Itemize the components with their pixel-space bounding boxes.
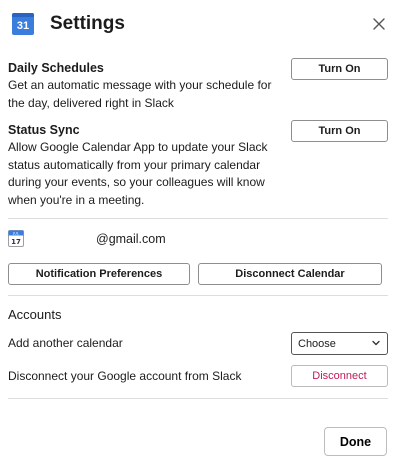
disconnect-account-button[interactable]: Disconnect bbox=[291, 365, 388, 387]
add-calendar-label: Add another calendar bbox=[8, 336, 123, 350]
google-calendar-logo-icon: 31 bbox=[12, 13, 34, 35]
modal-header: 31 Settings bbox=[0, 0, 400, 46]
logo-text: 31 bbox=[16, 20, 30, 32]
accounts-section-title: Accounts bbox=[8, 307, 62, 322]
calendar-icon-month: JUL bbox=[12, 232, 19, 236]
page-title: Settings bbox=[50, 13, 125, 34]
status-sync-turn-on-button[interactable]: Turn On bbox=[291, 120, 388, 142]
close-button[interactable] bbox=[369, 14, 389, 34]
close-icon bbox=[373, 18, 385, 30]
select-value: Choose bbox=[298, 337, 336, 350]
daily-schedules-title: Daily Schedules bbox=[8, 61, 104, 75]
divider bbox=[8, 218, 388, 219]
status-sync-description: Allow Google Calendar App to update your… bbox=[8, 140, 268, 207]
calendar-icon-day: 17 bbox=[11, 238, 21, 246]
divider bbox=[8, 398, 388, 399]
daily-schedules-description: Get an automatic message with your sched… bbox=[8, 78, 272, 110]
done-button[interactable]: Done bbox=[324, 427, 387, 456]
disconnect-account-label: Disconnect your Google account from Slac… bbox=[8, 369, 242, 383]
disconnect-calendar-button[interactable]: Disconnect Calendar bbox=[198, 263, 382, 285]
notification-preferences-button[interactable]: Notification Preferences bbox=[8, 263, 190, 285]
chevron-down-icon bbox=[372, 340, 380, 346]
daily-schedules-turn-on-button[interactable]: Turn On bbox=[291, 58, 388, 80]
account-email: @gmail.com bbox=[96, 232, 166, 246]
divider bbox=[8, 295, 388, 296]
calendar-icon: JUL 17 bbox=[8, 230, 24, 247]
status-sync-title: Status Sync bbox=[8, 123, 80, 137]
add-calendar-select[interactable]: Choose bbox=[291, 332, 388, 355]
